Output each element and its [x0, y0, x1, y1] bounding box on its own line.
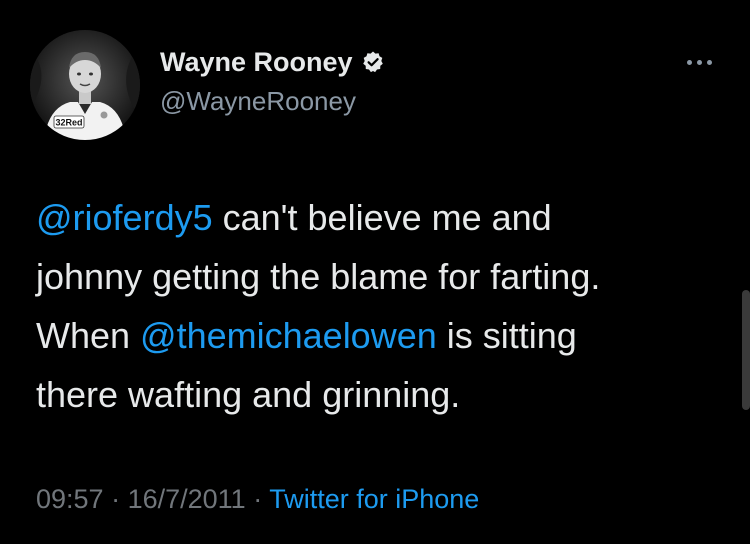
more-options-icon[interactable] [678, 50, 720, 74]
tweet-line: johnny getting the blame for farting. [36, 247, 736, 306]
author-handle[interactable]: @WayneRooney [160, 86, 356, 117]
tweet-text-segment: can't believe me and [212, 197, 552, 238]
verified-badge-icon [361, 50, 385, 74]
meta-separator: · [103, 484, 128, 514]
mention-link[interactable]: @themichaelowen [140, 315, 437, 356]
avatar-shirt-sponsor: 32Red [55, 118, 82, 128]
tweet-text: @rioferdy5 can't believe me and johnny g… [36, 188, 736, 424]
tweet-text-segment: When [36, 315, 141, 356]
tweet-source-link[interactable]: Twitter for iPhone [269, 484, 479, 514]
tweet-date[interactable]: 16/7/2011 [128, 484, 246, 514]
tweet-text-segment: there wafting and grinning. [36, 374, 461, 415]
more-dot [696, 59, 702, 65]
tweet-line: @rioferdy5 can't believe me and [36, 188, 736, 247]
avatar[interactable]: 32Red [30, 30, 140, 140]
avatar-image: 32Red [30, 30, 140, 140]
tweet-meta: 09:57 · 16/7/2011 · Twitter for iPhone [36, 484, 479, 515]
more-dot [706, 59, 712, 65]
meta-separator: · [245, 484, 270, 514]
mention-link[interactable]: @rioferdy5 [36, 197, 213, 238]
scrollbar[interactable] [742, 290, 750, 410]
tweet-text-segment: johnny getting the blame for farting. [36, 256, 601, 297]
tweet-text-segment: is sitting [436, 315, 577, 356]
more-dot [686, 59, 692, 65]
tweet-card: 32Red Wayne Rooney @WayneRooney @rioferd… [0, 0, 750, 544]
tweet-line: there wafting and grinning. [36, 365, 736, 424]
author-display-name[interactable]: Wayne Rooney [160, 47, 353, 78]
tweet-line: When @themichaelowen is sitting [36, 306, 736, 365]
author-name-row: Wayne Rooney [160, 45, 385, 79]
tweet-time[interactable]: 09:57 [36, 484, 104, 514]
